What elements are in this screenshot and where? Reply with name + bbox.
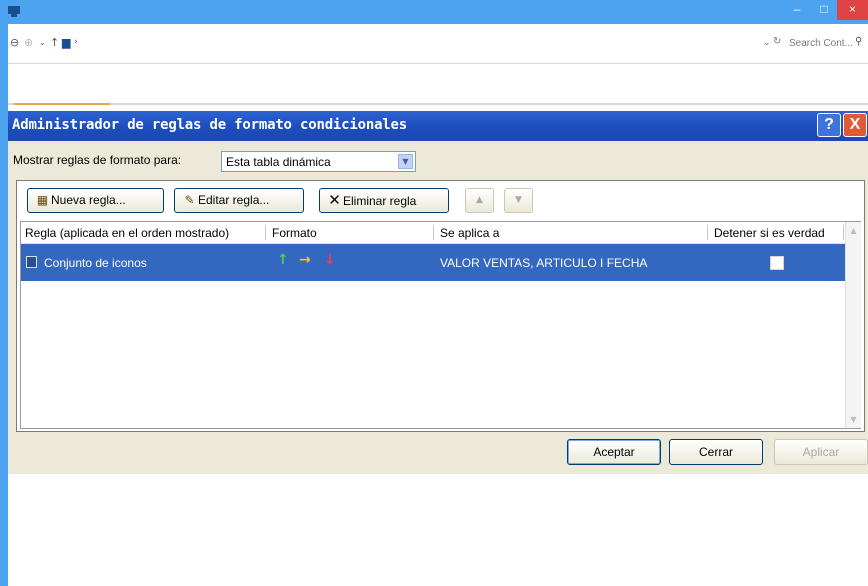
rules-grid: Regla (aplicada en el orden mostrado) Fo… [20, 221, 861, 429]
show-rules-label: Mostrar reglas de formato para: [13, 153, 182, 167]
scroll-down-icon[interactable]: ▼ [846, 411, 861, 428]
grid-header: Regla (aplicada en el orden mostrado) Fo… [21, 222, 845, 244]
rule-name: Conjunto de iconos [44, 256, 147, 270]
arrow-up-green-icon: ↑ [277, 252, 289, 268]
stop-if-true-checkbox[interactable] [770, 256, 784, 270]
back-arrow-icon[interactable]: ⊖ [10, 36, 19, 49]
scroll-up-icon[interactable]: ▲ [846, 222, 861, 239]
window-app-icon [8, 6, 20, 17]
window-left-border [0, 24, 8, 586]
dialog-close-button[interactable]: X [843, 113, 867, 137]
refresh-icon[interactable]: ↻ [773, 36, 781, 47]
search-input[interactable]: Search Cont... [789, 38, 853, 49]
help-button[interactable]: ? [817, 113, 841, 137]
address-dropdown-icon[interactable]: ⌄ [763, 38, 771, 48]
ribbon-active-tab-indicator [14, 103, 110, 105]
column-header-stop-if-true[interactable]: Detener si es verdad [714, 226, 825, 240]
breadcrumb-chevron-icon[interactable]: › [74, 37, 78, 47]
column-header-format[interactable]: Formato [272, 226, 317, 240]
chevron-down-icon[interactable]: ▼ [398, 154, 413, 169]
window-title-bar: – □ × [0, 0, 868, 24]
rules-panel: ▦ Nueva regla... ✎ Editar regla... ✕ Elimin… [16, 180, 865, 432]
triangle-down-icon: ▼ [515, 195, 522, 205]
computer-icon: ▆ [62, 36, 71, 49]
dialog-body: Mostrar reglas de formato para: Esta tab… [8, 141, 868, 474]
new-rule-icon: ▦ [36, 193, 49, 207]
dialog-title: Administrador de reglas de formato condi… [12, 117, 407, 133]
dialog-title-bar: Administrador de reglas de formato condi… [8, 111, 868, 141]
ribbon-divider [8, 103, 868, 105]
column-separator[interactable] [707, 225, 708, 240]
apply-button[interactable]: Aplicar [774, 439, 868, 465]
search-icon[interactable]: ⚲ [855, 36, 862, 47]
history-dropdown-icon[interactable]: ⌄ [39, 38, 46, 47]
move-up-button[interactable]: ▲ [465, 188, 494, 213]
ok-button[interactable]: Aceptar [567, 439, 661, 465]
forward-arrow-icon[interactable]: ⊕ [24, 36, 33, 49]
up-arrow-icon[interactable]: ↑ [50, 36, 59, 49]
delete-rule-label: Eliminar regla [343, 194, 417, 208]
show-rules-value: Esta tabla dinámica [226, 155, 331, 169]
applies-to-value: VALOR VENTAS, ARTICULO I FECHA [440, 256, 648, 270]
arrow-right-yellow-icon: → [299, 252, 311, 268]
ribbon-area [8, 64, 868, 104]
delete-x-icon: ✕ [328, 191, 341, 209]
address-bar: ⊖ ⊕ ⌄ ↑ ▆ › ⌄ ↻ Search Cont... ⚲ [8, 24, 868, 64]
minimize-button[interactable]: – [783, 0, 811, 20]
column-separator[interactable] [433, 225, 434, 240]
column-separator[interactable] [265, 225, 266, 240]
move-down-button[interactable]: ▼ [504, 188, 533, 213]
close-button[interactable]: Cerrar [669, 439, 763, 465]
triangle-up-icon: ▲ [476, 195, 483, 205]
edit-rule-icon: ✎ [184, 193, 195, 207]
show-rules-select[interactable]: Esta tabla dinámica ▼ [221, 151, 416, 172]
edit-rule-label: Editar regla... [198, 193, 270, 207]
new-rule-button[interactable]: ▦ Nueva regla... [27, 188, 164, 213]
new-rule-label: Nueva regla... [51, 193, 126, 207]
arrow-down-red-icon: ↓ [324, 252, 336, 268]
icon-set-rule-icon [26, 256, 37, 268]
delete-rule-button[interactable]: ✕ Eliminar regla [319, 188, 449, 213]
column-header-applies-to[interactable]: Se aplica a [440, 226, 499, 240]
window-close-button[interactable]: × [837, 0, 868, 20]
column-header-rule[interactable]: Regla (aplicada en el orden mostrado) [25, 226, 229, 240]
column-separator[interactable] [843, 225, 844, 240]
edit-rule-button[interactable]: ✎ Editar regla... [174, 188, 304, 213]
table-row[interactable]: Conjunto de iconos ↑ → ↓ VALOR VENTAS, A… [21, 244, 845, 281]
maximize-button[interactable]: □ [811, 0, 837, 20]
vertical-scrollbar[interactable]: ▲ ▼ [845, 222, 861, 428]
